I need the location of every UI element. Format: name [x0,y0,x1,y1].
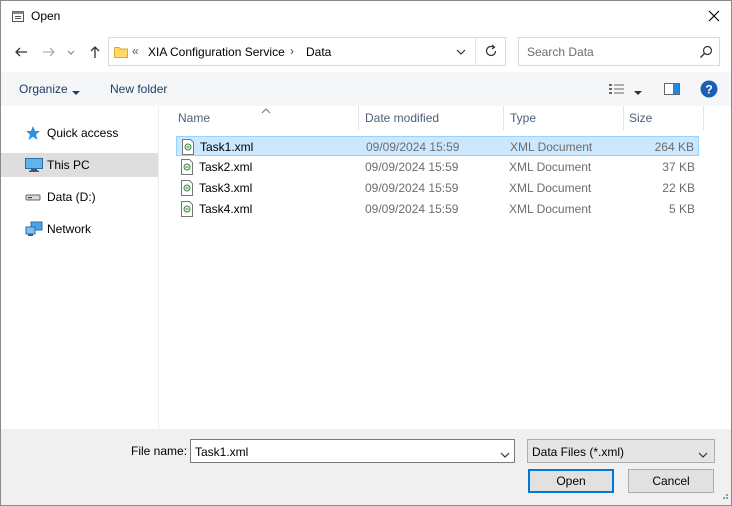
view-options-caret-icon[interactable] [634,85,642,99]
xml-file-icon [181,139,195,158]
nav-item-data-drive[interactable]: Data (D:) [1,185,158,209]
view-details-icon[interactable] [608,82,626,99]
file-row-task2[interactable]: Task2.xml 09/09/2024 15:59 XML Document … [176,157,699,177]
address-bar[interactable]: « XIA Configuration Service › Data [108,37,506,66]
file-date-modified: 09/09/2024 15:59 [366,140,460,154]
column-header-size[interactable]: Size [629,111,652,135]
svg-text:?: ? [705,83,712,97]
file-size: 264 KB [654,140,694,154]
address-history-dropdown[interactable] [449,38,473,65]
file-size: 5 KB [668,202,695,216]
xml-file-icon [180,159,194,178]
file-type-select[interactable]: Data Files (*.xml) [527,439,715,463]
star-icon [25,125,41,141]
column-divider[interactable] [623,106,624,130]
file-size: 22 KB [662,181,695,195]
column-divider[interactable] [358,106,359,130]
nav-item-label: Quick access [47,126,119,140]
cancel-button[interactable]: Cancel [628,469,714,493]
file-type: XML Document [509,181,592,195]
chevron-down-icon [67,50,75,55]
file-list: Name Date modified Type Size Task1.xml 0… [160,106,731,429]
column-header-type[interactable]: Type [510,111,536,135]
navigation-pane: Quick access This PC Data (D:) Network [1,106,159,429]
preview-pane-icon[interactable] [664,82,680,99]
help-icon[interactable]: ? [700,80,718,101]
file-row-task3[interactable]: Task3.xml 09/09/2024 15:59 XML Document … [176,178,699,198]
chevron-down-icon [698,448,708,462]
open-dialog-icon [11,9,25,23]
column-header-name[interactable]: Name [178,111,210,135]
refresh-button[interactable] [479,38,503,65]
file-type-value: Data Files (*.xml) [532,445,625,459]
file-type: XML Document [509,202,592,216]
close-button[interactable] [697,1,731,32]
nav-item-this-pc[interactable]: This PC [1,153,158,177]
window-title: Open [31,9,61,23]
up-button[interactable] [85,42,105,62]
arrow-left-icon [15,47,27,57]
network-icon [25,221,43,237]
file-date-modified: 09/09/2024 15:59 [365,202,459,216]
drive-icon [25,189,41,205]
nav-item-label: Network [47,222,92,236]
file-name: Task2.xml [199,160,253,174]
address-segment-xia-configuration-service[interactable]: XIA Configuration Service [148,45,285,59]
address-segment-data[interactable]: Data [306,45,331,59]
command-bar: Organize New folder ? [1,72,731,106]
open-dialog: Open « XIA Configuration Service › Data … [0,0,732,506]
file-date-modified: 09/09/2024 15:59 [365,160,459,174]
new-folder-button[interactable]: New folder [110,82,167,96]
file-name-value[interactable]: Task1.xml [195,445,248,459]
nav-item-network[interactable]: Network [1,217,158,241]
navigation-row: « XIA Configuration Service › Data Searc… [1,32,731,72]
file-name: Task4.xml [199,202,253,216]
file-size: 37 KB [662,160,695,174]
file-type: XML Document [509,160,592,174]
refresh-icon [485,44,497,57]
arrow-right-icon [43,47,55,57]
caret-down-icon[interactable] [72,85,80,99]
nav-item-label: This PC [47,158,90,172]
recent-locations-button[interactable] [64,42,78,62]
resize-grip-icon[interactable] [719,489,729,503]
file-name: Task3.xml [199,181,253,195]
search-placeholder: Search Data [527,45,594,59]
file-name-label: File name: [131,444,188,458]
title-bar: Open [1,1,731,32]
file-name-field[interactable]: Task1.xml [190,439,515,463]
chevron-down-icon[interactable] [500,448,510,462]
nav-item-label: Data (D:) [47,190,96,204]
search-icon[interactable] [699,45,713,62]
folder-icon [114,45,128,62]
arrow-up-icon [90,46,100,58]
search-input[interactable]: Search Data [518,37,720,66]
dialog-footer: File name: Task1.xml Data Files (*.xml) … [1,429,731,505]
sort-ascending-icon [261,104,271,118]
column-header-date-modified[interactable]: Date modified [365,111,439,135]
file-row-task4[interactable]: Task4.xml 09/09/2024 15:59 XML Document … [176,199,699,219]
open-button[interactable]: Open [528,469,614,493]
close-icon [708,10,720,22]
column-divider[interactable] [503,106,504,130]
address-divider [475,38,476,65]
forward-button[interactable] [39,42,59,62]
xml-file-icon [180,180,194,199]
file-row-task1[interactable]: Task1.xml 09/09/2024 15:59 XML Document … [176,136,699,156]
file-name: Task1.xml [200,140,254,154]
address-separator[interactable]: › [290,44,294,58]
file-date-modified: 09/09/2024 15:59 [365,181,459,195]
xml-file-icon [180,201,194,220]
column-divider[interactable] [703,106,704,130]
file-type: XML Document [510,140,593,154]
chevron-down-icon [456,49,466,55]
organize-button[interactable]: Organize [19,82,68,96]
nav-item-quick-access[interactable]: Quick access [1,121,158,145]
back-button[interactable] [11,42,31,62]
address-overflow[interactable]: « [132,44,139,58]
computer-icon [25,157,43,173]
